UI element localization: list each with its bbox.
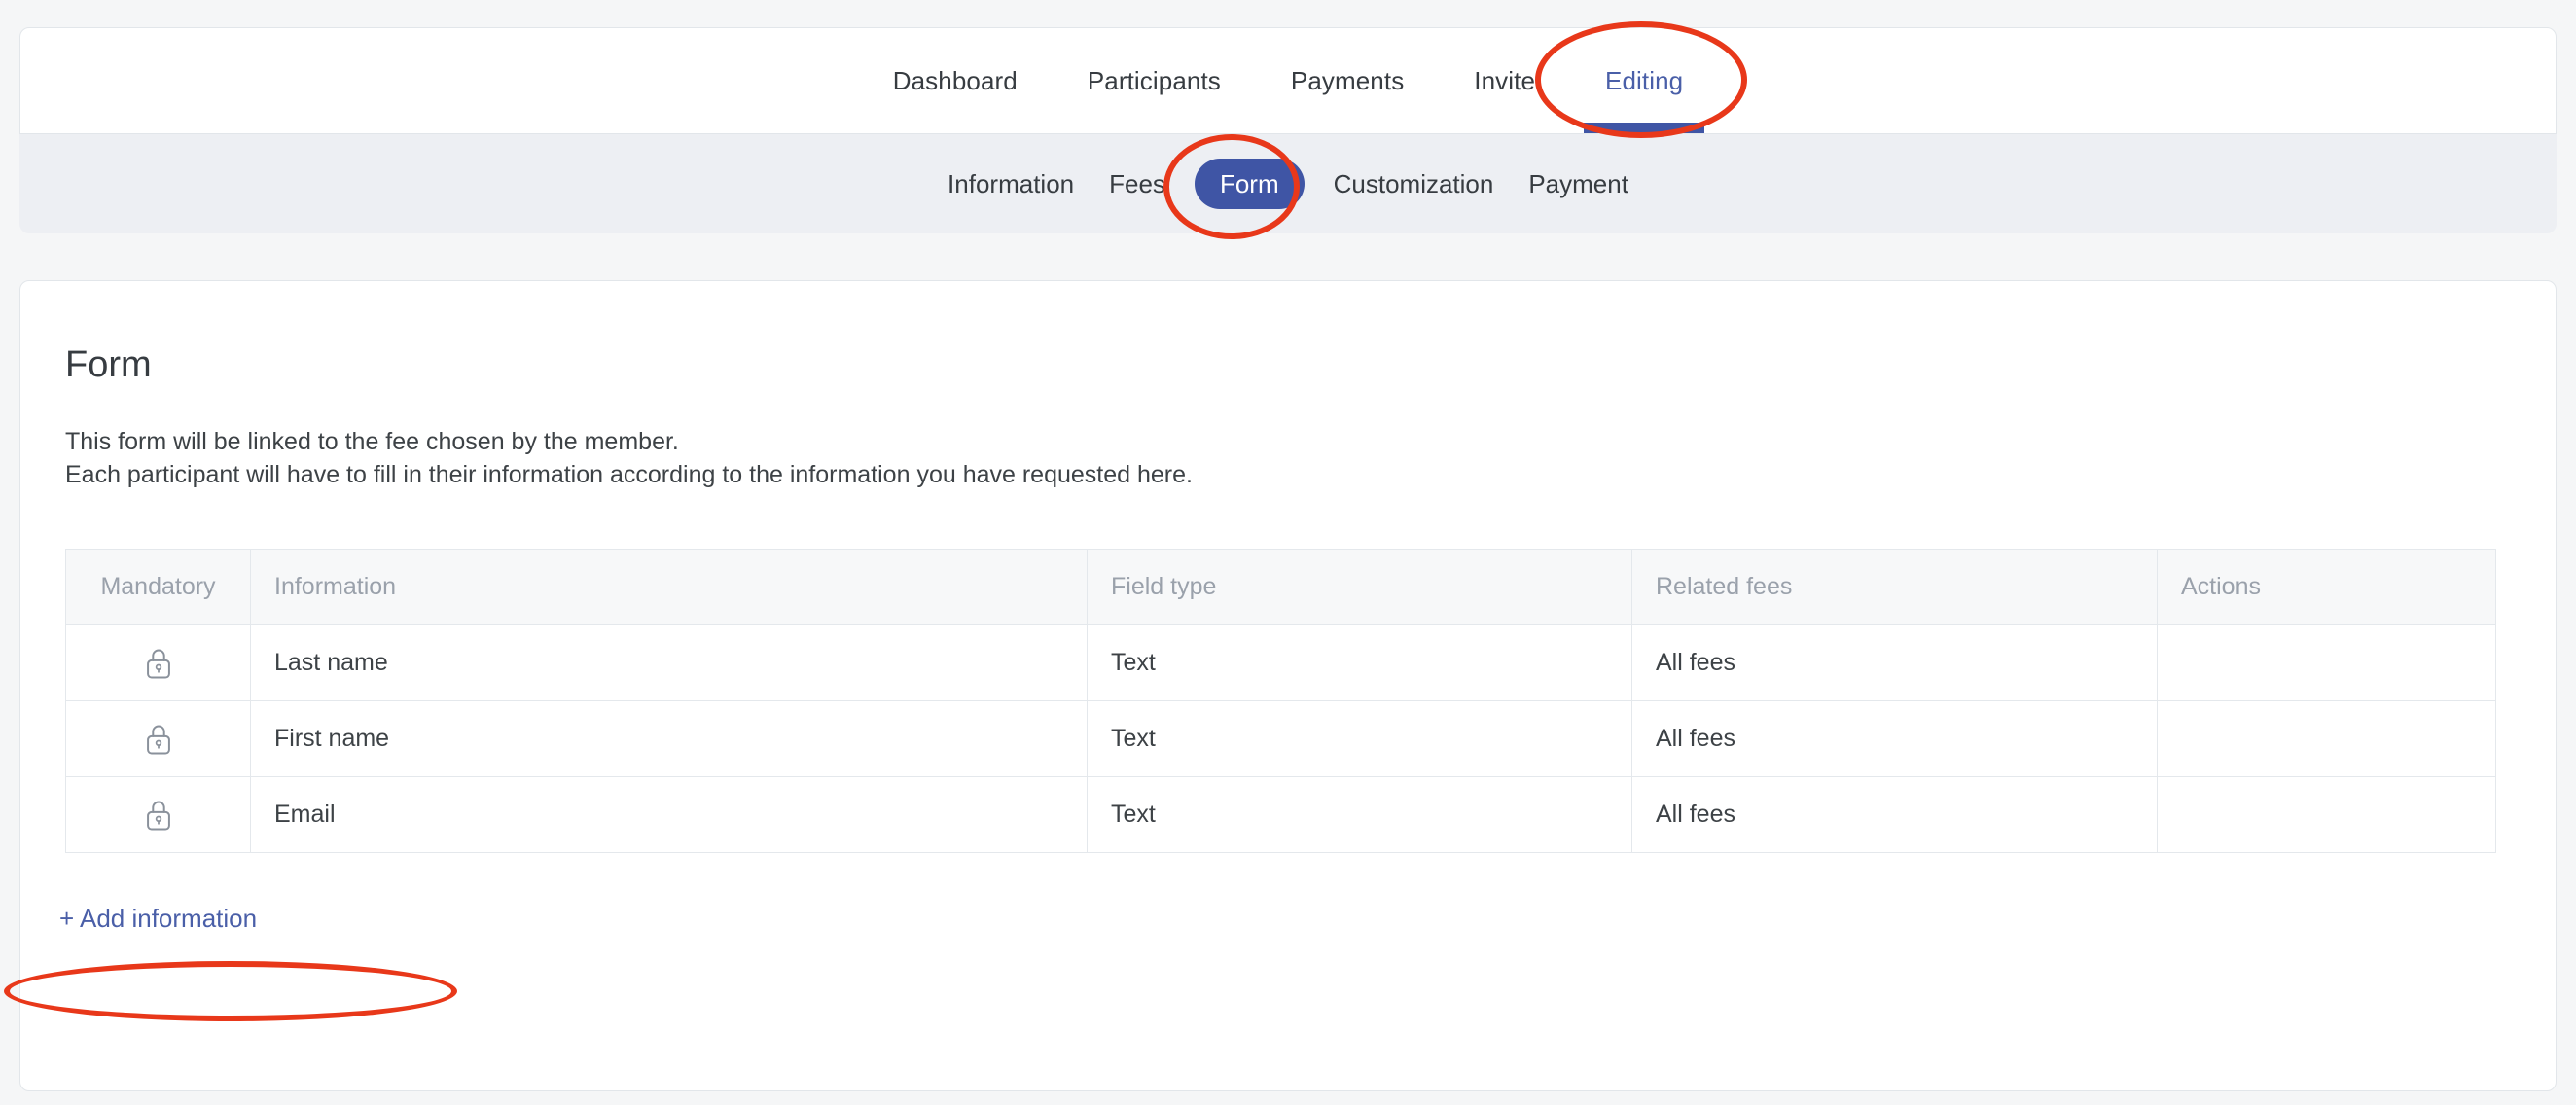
cell-related-fees: All fees (1632, 777, 2158, 853)
form-fields-table: Mandatory Information Field type Related… (65, 549, 2496, 853)
nav-item-editing[interactable]: Editing (1570, 28, 1718, 133)
nav-item-payments[interactable]: Payments (1256, 28, 1439, 133)
nav-item-participants[interactable]: Participants (1053, 28, 1256, 133)
main-navigation: Dashboard Participants Payments Invite E… (858, 28, 1719, 133)
table-header-row: Mandatory Information Field type Related… (66, 550, 2496, 625)
column-header-mandatory: Mandatory (66, 550, 251, 625)
nav-item-label: Payments (1291, 66, 1404, 96)
cell-field-type: Text (1088, 625, 1632, 701)
table-row: Last name Text All fees (66, 625, 2496, 701)
tab-form[interactable]: Form (1195, 159, 1305, 209)
tab-payment[interactable]: Payment (1511, 171, 1646, 196)
page-root: Dashboard Participants Payments Invite E… (0, 0, 2576, 1105)
tab-information[interactable]: Information (930, 171, 1091, 196)
table-header: Mandatory Information Field type Related… (66, 550, 2496, 625)
cell-field-type: Text (1088, 701, 1632, 777)
tab-label: Form (1220, 169, 1279, 198)
tab-label: Customization (1334, 169, 1494, 198)
tab-label: Information (948, 169, 1074, 198)
cell-actions[interactable] (2158, 625, 2496, 701)
sub-navigation-bar: Information Fees Form Customization Paym… (19, 134, 2557, 233)
cell-actions[interactable] (2158, 701, 2496, 777)
cell-mandatory (66, 701, 251, 777)
page-title: Form (65, 344, 152, 386)
cell-related-fees: All fees (1632, 701, 2158, 777)
top-header-card: Dashboard Participants Payments Invite E… (19, 27, 2557, 134)
column-header-information: Information (251, 550, 1088, 625)
nav-item-invite[interactable]: Invite (1439, 28, 1570, 133)
nav-item-dashboard[interactable]: Dashboard (858, 28, 1053, 133)
content-card: Form This form will be linked to the fee… (19, 280, 2557, 1091)
cell-information: Email (251, 777, 1088, 853)
column-header-actions: Actions (2158, 550, 2496, 625)
column-header-related-fees: Related fees (1632, 550, 2158, 625)
description-line-2: Each participant will have to fill in th… (65, 458, 1193, 491)
nav-item-label: Participants (1088, 66, 1221, 96)
tab-label: Payment (1528, 169, 1628, 198)
tab-fees[interactable]: Fees (1091, 171, 1183, 196)
nav-item-label: Editing (1605, 66, 1683, 96)
table-row: First name Text All fees (66, 701, 2496, 777)
description-line-1: This form will be linked to the fee chos… (65, 425, 1193, 458)
lock-icon (89, 798, 227, 833)
add-information-link[interactable]: + Add information (59, 904, 257, 934)
lock-icon (89, 646, 227, 681)
column-header-field-type: Field type (1088, 550, 1632, 625)
cell-mandatory (66, 777, 251, 853)
tab-label: Fees (1109, 169, 1165, 198)
table-row: Email Text All fees (66, 777, 2496, 853)
tab-customization[interactable]: Customization (1316, 171, 1512, 196)
cell-mandatory (66, 625, 251, 701)
sub-navigation: Information Fees Form Customization Paym… (930, 159, 1646, 209)
cell-field-type: Text (1088, 777, 1632, 853)
table-body: Last name Text All fees (66, 625, 2496, 853)
cell-information: Last name (251, 625, 1088, 701)
cell-related-fees: All fees (1632, 625, 2158, 701)
cell-information: First name (251, 701, 1088, 777)
page-description: This form will be linked to the fee chos… (65, 425, 1193, 491)
cell-actions[interactable] (2158, 777, 2496, 853)
nav-item-label: Dashboard (893, 66, 1018, 96)
nav-item-label: Invite (1474, 66, 1535, 96)
lock-icon (89, 722, 227, 757)
